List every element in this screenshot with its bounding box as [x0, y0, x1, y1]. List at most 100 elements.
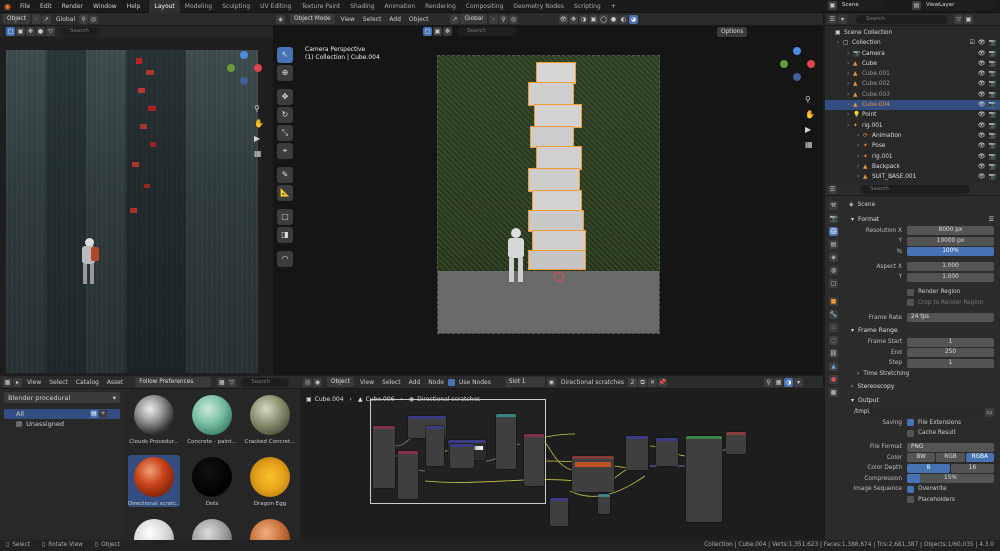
proportional-icon[interactable]: ◎: [508, 14, 518, 24]
file-format-dropdown[interactable]: PNG: [907, 442, 994, 452]
camera-render-icon[interactable]: 📷: [989, 110, 996, 120]
pan-hand-icon[interactable]: ✋: [805, 110, 815, 119]
extrude-tool-icon[interactable]: ◠: [277, 251, 293, 267]
display-grid-icon[interactable]: ▦: [217, 377, 227, 387]
tab-compositing[interactable]: Compositing: [461, 0, 509, 13]
solid-shading-icon[interactable]: ●: [608, 14, 618, 24]
outliner-row[interactable]: › ▲ SUIT_BASE.001 👁 📷: [825, 172, 1000, 182]
rotate-tool-icon[interactable]: ↻: [277, 107, 293, 123]
resolution-x-field[interactable]: 8000 px: [907, 226, 994, 235]
camera-render-icon[interactable]: 📷: [989, 100, 996, 110]
add-object-tool-icon[interactable]: ◨: [277, 227, 293, 243]
shader-node-editor[interactable]: ◎ ◉ Object View Select Add Node Use Nodes S…: [300, 376, 823, 540]
view-layer-tab-icon[interactable]: ▤: [829, 240, 838, 249]
outliner-row[interactable]: › 💡 Point 👁 📷: [825, 110, 1000, 120]
pivot-icon[interactable]: ◦: [488, 14, 498, 24]
editor-type-icon[interactable]: ◈: [276, 14, 285, 24]
camera-render-icon[interactable]: 📷: [989, 141, 996, 151]
aspect-y-field[interactable]: 1.000: [907, 272, 994, 282]
asset-menu-catalog[interactable]: Catalog: [72, 379, 103, 386]
tab-sculpting[interactable]: Sculpting: [217, 0, 255, 13]
collection-tab-icon[interactable]: ▢: [829, 279, 838, 288]
tab-rendering[interactable]: Rendering: [420, 0, 461, 13]
viewport-filter-icon[interactable]: ▢: [423, 27, 432, 36]
camera-render-icon[interactable]: 📷: [989, 79, 996, 89]
eye-icon[interactable]: 👁: [978, 121, 986, 131]
eye-icon[interactable]: 👁: [978, 131, 986, 141]
tab-animation[interactable]: Animation: [380, 0, 421, 13]
color-rgba-option[interactable]: RGBA: [965, 453, 994, 462]
cache-result-checkbox[interactable]: [907, 429, 914, 437]
new-collection-icon[interactable]: ▣: [964, 14, 973, 24]
frame-start-field[interactable]: 1: [907, 337, 994, 347]
outliner-row[interactable]: › ▲ Cube.004 👁 📷: [825, 100, 1000, 111]
frame-rate-dropdown[interactable]: 24 fps: [907, 313, 994, 322]
resolution-percent-field[interactable]: 100%: [907, 247, 994, 256]
eye-icon[interactable]: 👁: [978, 141, 986, 151]
camera-render-icon[interactable]: 📷: [989, 152, 996, 162]
tab-modeling[interactable]: Modeling: [180, 0, 217, 13]
menu-help[interactable]: Help: [122, 0, 146, 13]
camera-render-icon[interactable]: 📷: [989, 69, 996, 79]
compression-slider[interactable]: 15%: [907, 474, 994, 483]
resolution-y-field[interactable]: 10000 px: [907, 236, 994, 246]
depth-16-option[interactable]: 16: [951, 463, 994, 473]
camera-render-icon[interactable]: 📷: [989, 162, 996, 172]
gizmo-icon[interactable]: ✥: [26, 27, 35, 36]
camera-render-icon[interactable]: 📷: [989, 121, 996, 131]
filter-icon[interactable]: ▽: [46, 27, 55, 36]
separate-color-node[interactable]: [626, 436, 648, 470]
tab-shading[interactable]: Shading: [345, 0, 379, 13]
camera-render-icon[interactable]: 📷: [989, 49, 996, 59]
folder-icon[interactable]: ▭: [985, 407, 994, 417]
overlay-icon[interactable]: ▣: [16, 27, 25, 36]
filter-icon[interactable]: ▽: [954, 14, 963, 24]
asset-menu-select[interactable]: Select: [45, 379, 72, 386]
snap-icon[interactable]: ⚲: [79, 14, 89, 24]
view-icon[interactable]: ▢: [6, 27, 15, 36]
scale-tool-icon[interactable]: ⤡: [277, 125, 293, 141]
transform-icon[interactable]: ↗: [450, 14, 460, 24]
outliner-row[interactable]: › ▲ Cube.003 👁 📷: [825, 90, 1000, 100]
eye-icon[interactable]: 👁: [978, 100, 986, 110]
blender-logo-icon[interactable]: ◉: [0, 2, 15, 11]
eye-icon[interactable]: 👁: [978, 59, 986, 69]
outliner-row[interactable]: › ▲ Cube.002 👁 📷: [825, 79, 1000, 89]
asset-menu-asset[interactable]: Asset: [103, 379, 127, 386]
eye-icon[interactable]: 👁: [978, 79, 986, 89]
output-tab-icon[interactable]: 🖨: [829, 227, 838, 236]
display-filter-icon[interactable]: ▽: [227, 377, 237, 387]
properties-search[interactable]: Search: [860, 184, 970, 194]
wave-texture-node[interactable]: [524, 434, 544, 486]
tab-texture-paint[interactable]: Texture Paint: [296, 0, 345, 13]
asset-item[interactable]: Concrete - paint...: [186, 393, 238, 445]
cursor-tool-icon[interactable]: ⊕: [277, 65, 293, 81]
tab-geometry-nodes[interactable]: Geometry Nodes: [508, 0, 569, 13]
object-mode-dropdown[interactable]: Object: [3, 14, 30, 24]
tool-tab-icon[interactable]: ⚒: [829, 201, 838, 210]
color-bw-option[interactable]: BW: [907, 453, 936, 462]
pan-hand-icon[interactable]: ✋: [254, 119, 264, 128]
viewport-navigation-gizmo[interactable]: [779, 46, 817, 86]
asset-item[interactable]: Directional scratc...: [128, 455, 180, 507]
math-node[interactable]: [450, 444, 474, 468]
move-tool-icon[interactable]: ✥: [277, 89, 293, 105]
menu-edit[interactable]: Edit: [35, 0, 57, 13]
viewport-menu-object[interactable]: Object: [405, 16, 433, 23]
outliner-row[interactable]: › 📷 Camera 👁 📷: [825, 49, 1000, 59]
viewport-layers-icon[interactable]: ▣: [433, 27, 442, 36]
menu-window[interactable]: Window: [88, 0, 122, 13]
eye-icon[interactable]: 👁: [978, 110, 986, 120]
aspect-x-field[interactable]: 1.000: [907, 262, 994, 271]
import-method-dropdown[interactable]: Follow Preferences: [135, 377, 212, 387]
grid-icon[interactable]: ▦: [254, 149, 264, 158]
stereoscopy-panel-header[interactable]: › Stereoscopy: [845, 380, 1000, 393]
asset-browser-type-icon[interactable]: ▦: [3, 377, 12, 387]
shading-icon[interactable]: ●: [36, 27, 45, 36]
vector-math-node[interactable]: [426, 426, 444, 466]
snap-icon[interactable]: ⚲: [498, 14, 508, 24]
viewport-menu-select[interactable]: Select: [359, 16, 386, 23]
tab-scripting[interactable]: Scripting: [569, 0, 606, 13]
xray-icon[interactable]: ▣: [588, 14, 598, 24]
texture-coordinate-node[interactable]: [373, 426, 395, 488]
